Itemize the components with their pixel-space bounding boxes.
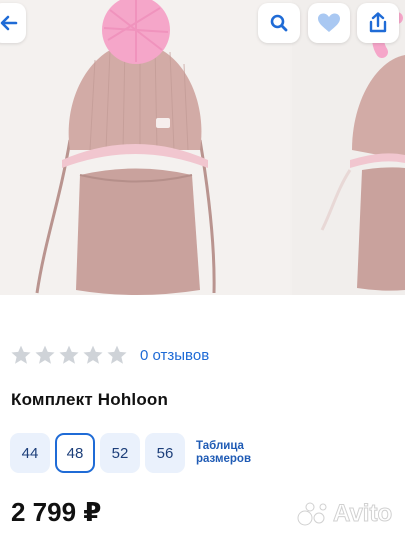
star-icon: [59, 345, 79, 364]
size-selector: 44 48 52 56 Таблица размеров: [10, 433, 266, 473]
product-photo[interactable]: [0, 0, 290, 295]
price: 2 799 ₽: [11, 497, 102, 527]
size-option[interactable]: 52: [100, 433, 140, 473]
size-option[interactable]: 56: [145, 433, 185, 473]
next-product-photo-image: [320, 12, 405, 291]
photo-gallery[interactable]: [0, 0, 405, 295]
next-product-photo[interactable]: [292, 0, 405, 295]
heart-icon: [318, 13, 340, 32]
star-icon: [11, 345, 31, 364]
star-icon: [107, 345, 127, 364]
size-table-link[interactable]: Таблица размеров: [196, 440, 266, 466]
product-title: Комплект Hohloon: [11, 390, 169, 409]
rating-row: 0 отзывов: [10, 343, 209, 367]
rating-stars: [10, 344, 128, 366]
avito-logo-icon: [297, 502, 327, 526]
share-icon: [369, 12, 387, 33]
product-photo-image: [35, 0, 216, 295]
star-icon: [35, 345, 55, 364]
reviews-link[interactable]: 0 отзывов: [140, 347, 209, 364]
size-option[interactable]: 48: [55, 433, 95, 473]
avito-watermark: Avito: [297, 500, 393, 528]
search-button[interactable]: [258, 3, 300, 43]
watermark-text: Avito: [332, 500, 393, 528]
size-option[interactable]: 44: [10, 433, 50, 473]
star-icon: [83, 345, 103, 364]
arrow-left-icon: [0, 15, 18, 31]
search-icon: [270, 14, 288, 32]
favorite-button[interactable]: [308, 3, 350, 43]
share-button[interactable]: [357, 3, 399, 43]
back-button[interactable]: [0, 3, 26, 43]
